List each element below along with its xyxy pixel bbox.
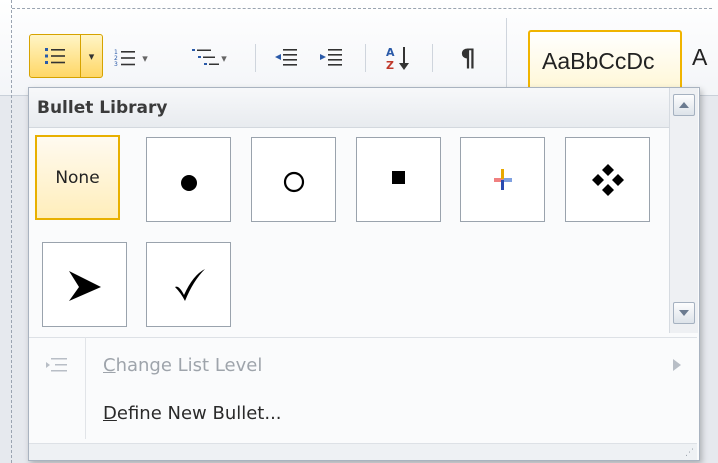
ribbon-separator [432, 44, 433, 72]
submenu-arrow-icon [673, 359, 681, 371]
decrease-indent-icon [275, 49, 297, 66]
bullet-option-filled-square[interactable] [356, 137, 441, 222]
define-new-bullet-label: Define New Bullet... [103, 402, 282, 424]
sort-az-icon: A Z [386, 46, 409, 72]
bullet-library-header: Bullet Library [29, 88, 669, 128]
scroll-down-icon [679, 310, 689, 316]
multilevel-list-icon [192, 49, 220, 65]
ribbon-separator [365, 44, 366, 72]
increase-indent-button[interactable] [316, 44, 346, 72]
bullet-option-arrowhead[interactable] [42, 242, 127, 327]
bullet-option-colored-arrows[interactable] [460, 137, 545, 222]
pilcrow-icon: ¶ [460, 44, 476, 72]
bullet-none-label: None [55, 167, 100, 188]
filled-square-bullet-icon [391, 170, 405, 184]
increase-indent-icon [320, 49, 342, 66]
scroll-up-button[interactable] [673, 94, 695, 116]
decrease-indent-button[interactable] [271, 44, 301, 72]
svg-text:Z: Z [386, 59, 394, 72]
colored-arrows-bullet-icon [493, 168, 512, 190]
bullet-library-dropdown: Bullet Library None Change List Level De… [28, 87, 700, 461]
bullets-split-button[interactable]: ▾ [29, 34, 103, 78]
bullet-list-icon [45, 48, 65, 64]
menu-divider [29, 337, 697, 338]
checkmark-bullet-icon [174, 268, 205, 301]
resize-bar: ⋰ [29, 443, 697, 460]
ribbon-separator [506, 18, 507, 88]
show-formatting-marks-button[interactable]: ¶ [450, 42, 486, 74]
hollow-circle-bullet-icon [283, 171, 304, 192]
scroll-up-icon [679, 102, 689, 108]
bullet-option-hollow-circle[interactable] [251, 137, 336, 222]
filled-circle-bullet-icon [180, 174, 197, 191]
bullet-option-four-diamonds[interactable] [565, 137, 650, 222]
multilevel-dropdown-arrow[interactable]: ▾ [221, 52, 227, 65]
bullet-option-checkmark[interactable] [146, 242, 231, 327]
bullets-dropdown-arrow[interactable]: ▾ [81, 35, 102, 77]
change-list-level-menu-item[interactable]: Change List Level [29, 340, 697, 390]
bullets-button[interactable] [30, 35, 81, 77]
sort-button[interactable]: A Z [381, 42, 417, 74]
four-diamonds-bullet-icon [591, 163, 624, 196]
document-margin-guide [11, 0, 12, 463]
svg-text:3: 3 [114, 61, 118, 68]
change-list-level-icon [46, 358, 67, 372]
bullet-option-filled-circle[interactable] [146, 137, 231, 222]
style-gallery-next-item[interactable]: A [692, 44, 707, 71]
arrowhead-bullet-icon [68, 270, 101, 301]
ribbon-dashed-border [12, 8, 712, 9]
numbered-list-icon: 1 2 3 [114, 49, 136, 68]
style-gallery-item[interactable]: AaBbCcDc [528, 30, 682, 92]
gallery-scrollbar[interactable] [669, 88, 698, 333]
define-new-bullet-menu-item[interactable]: Define New Bullet... [29, 388, 697, 438]
ribbon-separator [255, 44, 256, 72]
ribbon: ▾ 1 2 3 ▾ ▾ A Z ¶ AaBbCcDc A [0, 0, 718, 96]
multilevel-list-button[interactable]: ▾ [178, 44, 240, 72]
resize-grip-icon[interactable]: ⋰ [685, 448, 694, 458]
numbering-dropdown-arrow[interactable]: ▾ [142, 52, 148, 65]
numbering-button[interactable]: 1 2 3 ▾ [112, 44, 150, 72]
svg-text:A: A [386, 46, 395, 59]
change-list-level-label: Change List Level [103, 354, 263, 376]
bullet-option-none[interactable]: None [35, 135, 120, 220]
bullet-library-title: Bullet Library [37, 98, 168, 118]
scroll-down-button[interactable] [673, 302, 695, 324]
style-preview-text: AaBbCcDc [542, 47, 655, 74]
